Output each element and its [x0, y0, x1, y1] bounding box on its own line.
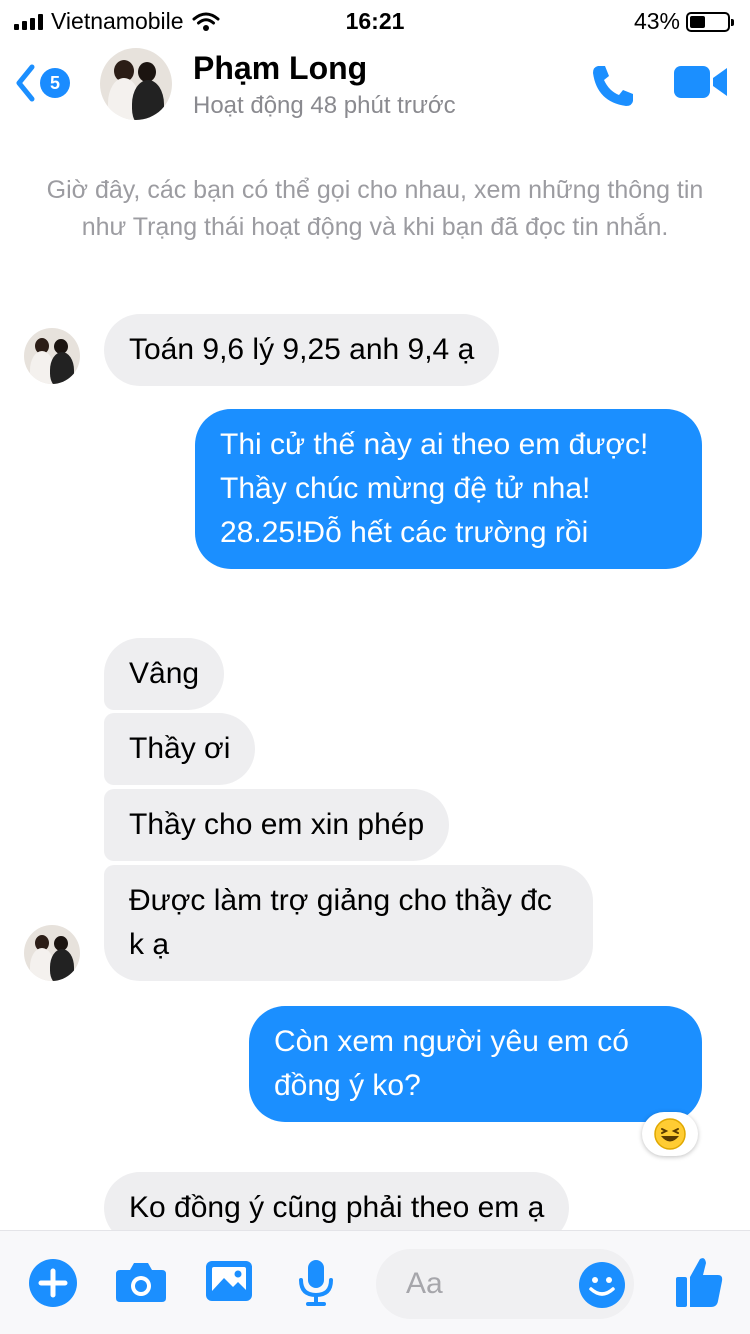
sender-avatar[interactable] [24, 328, 80, 384]
sender-avatar[interactable] [24, 925, 80, 981]
active-status: Hoạt động 48 phút trước [193, 92, 456, 119]
reaction-badge[interactable] [642, 1112, 698, 1156]
video-icon[interactable] [672, 62, 730, 102]
message-bubble-outgoing[interactable]: Thi cử thế này ai theo em được! Thầy chú… [195, 409, 702, 569]
image-icon[interactable] [204, 1258, 254, 1304]
message-bubble-incoming[interactable]: Thầy cho em xin phép [104, 789, 450, 861]
contact-avatar[interactable] [100, 48, 172, 120]
message-composer: Aa [0, 1230, 750, 1334]
back-chevron-icon [16, 64, 35, 102]
phone-icon[interactable] [588, 62, 638, 110]
back-button[interactable]: 5 [14, 60, 84, 106]
battery-percent: 43% [633, 8, 680, 34]
emoji-icon[interactable] [578, 1261, 626, 1309]
status-bar: Vietnamobile 16:21 43% [0, 0, 750, 40]
plus-icon[interactable] [28, 1258, 78, 1308]
message-bubble-incoming[interactable]: Thầy ơi [104, 713, 256, 785]
message-bubble-incoming[interactable]: Vâng [104, 638, 225, 710]
thumbs-up-icon[interactable] [674, 1255, 724, 1309]
unread-count-badge: 5 [40, 68, 70, 98]
microphone-icon[interactable] [296, 1258, 336, 1308]
message-bubble-incoming[interactable]: Được làm trợ giảng cho thầy đc k ạ [104, 865, 593, 981]
conversation-info-text: Giờ đây, các bạn có thể gọi cho nhau, xe… [46, 176, 704, 241]
message-bubble-incoming[interactable]: Toán 9,6 lý 9,25 anh 9,4 ạ [104, 314, 500, 386]
message-input-placeholder: Aa [406, 1267, 443, 1300]
message-bubble-outgoing[interactable]: Còn xem người yêu em có đồng ý ko? [249, 1006, 702, 1122]
laughing-emoji-icon [654, 1118, 686, 1150]
chat-header: 5 Phạm Long Hoạt động 48 phút trước [0, 40, 750, 130]
contact-name[interactable]: Phạm Long [193, 50, 367, 87]
battery-icon [686, 11, 734, 32]
camera-icon[interactable] [114, 1258, 168, 1306]
